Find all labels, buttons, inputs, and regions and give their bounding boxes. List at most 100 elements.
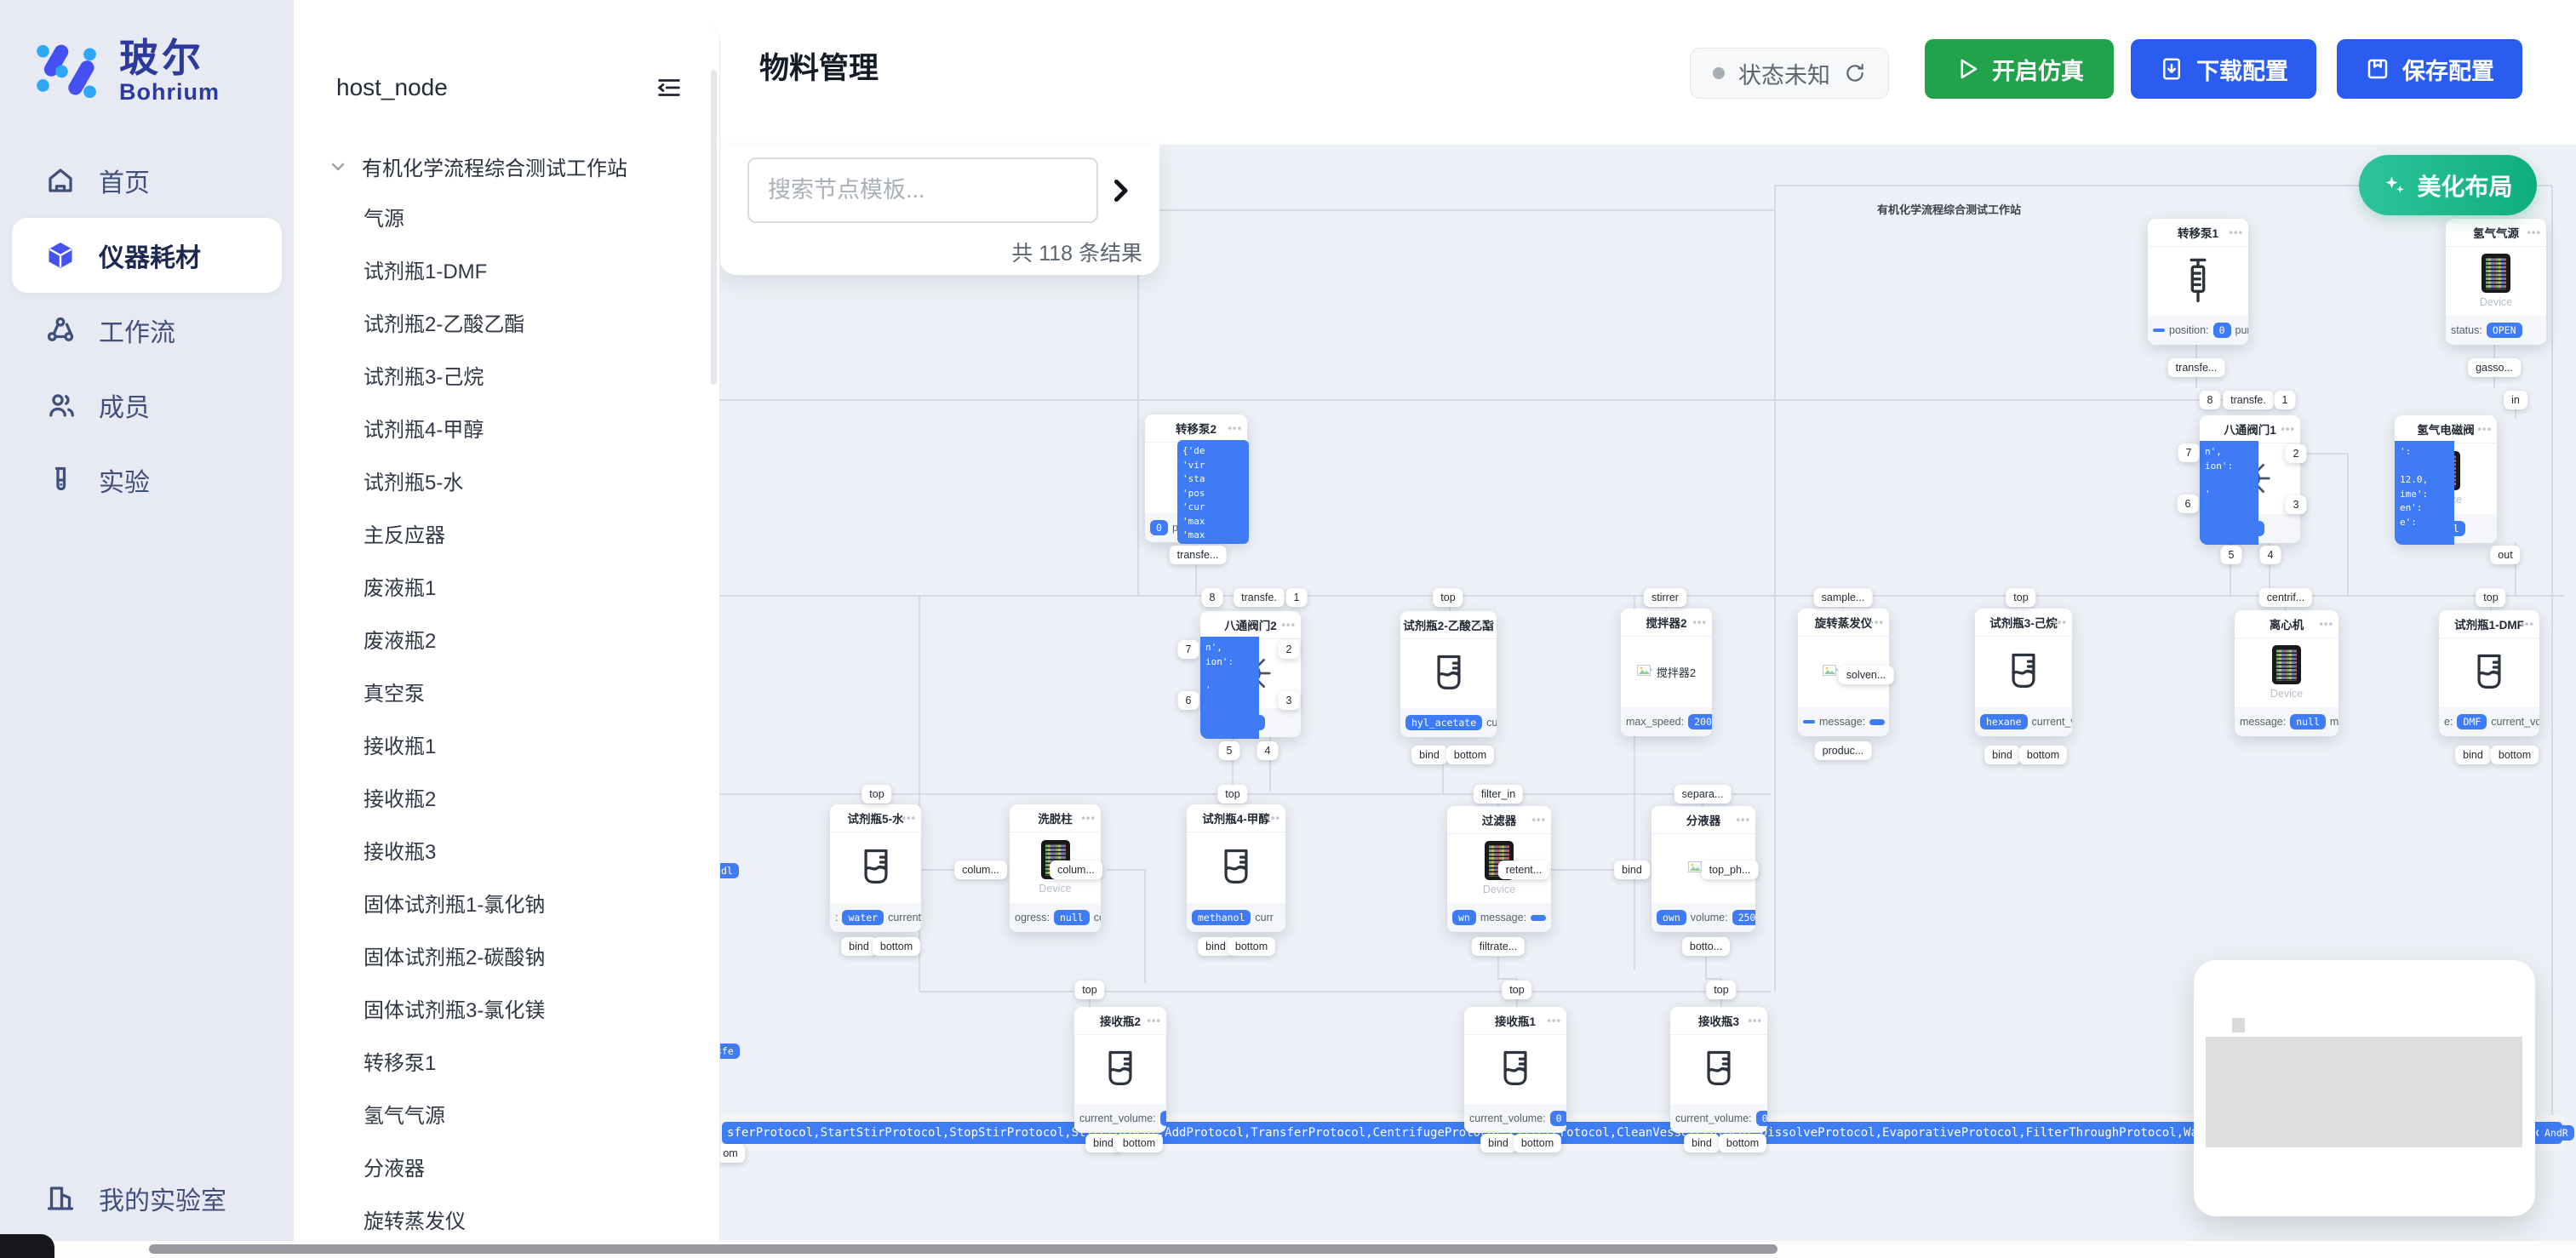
tree-item[interactable]: 接收瓶2 <box>294 774 719 826</box>
sidebar-item-workflow[interactable]: 工作流 <box>12 293 282 368</box>
node-menu-icon[interactable]: ••• <box>1692 616 1707 629</box>
value-badge[interactable]: 0 <box>1150 520 1168 535</box>
sidebar-item-my-lab[interactable]: 我的实验室 <box>12 1161 282 1236</box>
node-reagent-bottle-3[interactable]: 试剂瓶3-己烷•••hexanecurrent_v <box>1975 609 2072 736</box>
node-menu-icon[interactable]: ••• <box>2477 423 2492 436</box>
brand[interactable]: 玻尔 Bohrium <box>0 0 294 109</box>
tree-item[interactable]: 试剂瓶4-甲醇 <box>294 404 719 457</box>
value-badge[interactable]: hexane <box>1980 714 2028 729</box>
chevron-right-icon[interactable] <box>1105 175 1136 206</box>
node-reagent-bottle-5[interactable]: 试剂瓶5-水•••:watercurrent_v <box>830 804 921 932</box>
node-eight-way-valve-1[interactable]: 八通阀门1•••status:Idn', ion': ' <box>2200 415 2300 543</box>
start-simulation-button[interactable]: 开启仿真 <box>1925 39 2114 99</box>
node-menu-icon[interactable]: ••• <box>1477 619 1491 632</box>
value-badge[interactable]: 0 <box>1756 1111 1767 1126</box>
tree-item[interactable]: 真空泵 <box>294 668 719 721</box>
value-badge[interactable]: null <box>2290 714 2326 729</box>
node-eight-way-valve-2[interactable]: 八通阀门2•••status:nun', ion': ' <box>1200 611 1301 737</box>
value-badge[interactable]: 0 <box>2213 323 2231 338</box>
node-footer: methanolcurr <box>1187 903 1285 932</box>
tree-item[interactable]: 试剂瓶5-水 <box>294 457 719 510</box>
tree-item[interactable]: 氢气气源 <box>294 1090 719 1143</box>
node-receiver-3[interactable]: 接收瓶3•••current_volume:0 <box>1670 1007 1767 1133</box>
sidebar-item-home[interactable]: 首页 <box>12 143 282 218</box>
node-menu-icon[interactable]: ••• <box>1736 814 1750 826</box>
value-badge[interactable]: 0 <box>1160 1111 1166 1126</box>
value-badge[interactable]: hyl_acetate <box>1405 715 1482 730</box>
value-badge[interactable]: water <box>842 910 884 925</box>
node-menu-icon[interactable]: ••• <box>1531 814 1546 826</box>
value-badge[interactable]: DMF <box>2457 714 2487 729</box>
node-menu-icon[interactable]: ••• <box>2052 616 2067 629</box>
value-badge[interactable]: own <box>1657 910 1686 925</box>
value-badge[interactable]: OPEN <box>2487 323 2522 338</box>
tree-item[interactable]: 固体试剂瓶1-氯化钠 <box>294 879 719 932</box>
node-menu-icon[interactable]: ••• <box>1748 1015 1762 1027</box>
node-menu-icon[interactable]: ••• <box>2319 618 2333 631</box>
node-reagent-bottle-2[interactable]: 试剂瓶2-乙酸乙酯•••hyl_acetatecurre <box>1400 611 1497 737</box>
sidebar-item-members[interactable]: 成员 <box>12 368 282 443</box>
node-menu-icon[interactable]: ••• <box>2527 226 2541 239</box>
value-badge[interactable]: 2000 <box>1688 714 1712 729</box>
value-badge[interactable]: null <box>1054 910 1090 925</box>
node-stirrer-2[interactable]: 搅拌器2•••搅拌器2max_speed:2000 <box>1621 609 1712 736</box>
tree-item[interactable]: 试剂瓶3-己烷 <box>294 352 719 404</box>
node-menu-icon[interactable]: ••• <box>2520 618 2534 631</box>
tree-item[interactable]: 试剂瓶2-乙酸乙酯 <box>294 299 719 352</box>
node-menu-icon[interactable]: ••• <box>2229 226 2243 239</box>
node-h2-solenoid-valve[interactable]: 氢气电磁阀•••Devicestatus:nul': 12.0, ime': e… <box>2395 415 2497 543</box>
node-transfer-pump-1[interactable]: 转移泵1••• position:0pump <box>2148 219 2248 345</box>
tree-item[interactable]: 分液器 <box>294 1143 719 1196</box>
tree-item[interactable]: 气源 <box>294 193 719 246</box>
node-centrifuge[interactable]: 离心机•••Devicemessage:nullma <box>2235 610 2338 736</box>
sidebar-item-instruments[interactable]: 仪器耗材 <box>12 218 282 293</box>
tree-item[interactable]: 试剂瓶1-DMF <box>294 246 719 299</box>
tree-item[interactable]: 废液瓶1 <box>294 563 719 615</box>
value-badge[interactable] <box>1803 720 1815 723</box>
value-badge[interactable] <box>1869 719 1885 725</box>
node-reagent-bottle-4[interactable]: 试剂瓶4-甲醇•••methanolcurr <box>1187 804 1285 932</box>
value-badge[interactable]: wn <box>1452 910 1476 925</box>
node-receiver-1[interactable]: 接收瓶1•••current_volume:0 <box>1464 1007 1566 1133</box>
value-badge[interactable]: 0 <box>1550 1111 1566 1126</box>
node-menu-icon[interactable]: ••• <box>1228 422 1242 435</box>
node-receiver-2[interactable]: 接收瓶2•••current_volume:0 <box>1074 1007 1166 1133</box>
tree-item[interactable]: 接收瓶3 <box>294 826 719 879</box>
horizontal-scrollbar-track[interactable] <box>0 1241 2576 1258</box>
horizontal-scrollbar-thumb[interactable] <box>149 1244 1777 1254</box>
minimap-panel[interactable] <box>2194 960 2535 1216</box>
save-config-button[interactable]: 保存配置 <box>2337 39 2522 99</box>
node-h2-gas-source[interactable]: 氢气气源•••Devicestatus:OPEN <box>2446 219 2546 345</box>
sidebar-item-experiments[interactable]: 实验 <box>12 443 282 517</box>
node-menu-icon[interactable]: ••• <box>1869 616 1884 629</box>
node-reagent-bottle-1[interactable]: 试剂瓶1-DMF•••e:DMFcurrent_vol <box>2439 610 2539 736</box>
value-badge[interactable] <box>2153 329 2165 332</box>
search-input[interactable] <box>747 157 1098 223</box>
node-menu-icon[interactable]: ••• <box>2281 423 2295 436</box>
refresh-icon[interactable] <box>1844 62 1866 84</box>
tree-item[interactable]: 废液瓶2 <box>294 615 719 668</box>
beautify-layout-button[interactable]: 美化布局 <box>2359 155 2537 215</box>
node-menu-icon[interactable]: ••• <box>1081 812 1096 825</box>
download-config-button[interactable]: 下载配置 <box>2131 39 2316 99</box>
value-badge[interactable]: 250 <box>1732 910 1755 925</box>
node-transfer-pump-2[interactable]: 转移泵2•••0pump_info:{'de 'vir 'sta 'pos 'c… <box>1145 415 1247 542</box>
collapse-panel-icon[interactable] <box>655 73 684 102</box>
tree-root-workstation[interactable]: 有机化学流程综合测试工作站 <box>294 102 719 181</box>
tree-item[interactable]: 接收瓶1 <box>294 721 719 774</box>
status-pill[interactable]: 状态未知 <box>1690 48 1889 99</box>
node-menu-icon[interactable]: ••• <box>1281 619 1296 632</box>
minimap-viewport[interactable] <box>2206 1037 2522 1147</box>
tree-item[interactable]: 固体试剂瓶2-碳酸钠 <box>294 932 719 985</box>
tree-item[interactable]: 固体试剂瓶3-氯化镁 <box>294 985 719 1038</box>
node-menu-icon[interactable]: ••• <box>1547 1015 1561 1027</box>
node-menu-icon[interactable]: ••• <box>902 812 916 825</box>
value-badge[interactable] <box>1531 915 1546 921</box>
node-menu-icon[interactable]: ••• <box>1266 812 1280 825</box>
value-badge[interactable]: methanol <box>1192 910 1251 925</box>
node-menu-icon[interactable]: ••• <box>1147 1015 1161 1027</box>
tree-item[interactable]: 主反应器 <box>294 510 719 563</box>
tree-scrollbar[interactable] <box>711 70 717 385</box>
sparkles-icon <box>2383 174 2407 197</box>
tree-item[interactable]: 转移泵1 <box>294 1038 719 1090</box>
